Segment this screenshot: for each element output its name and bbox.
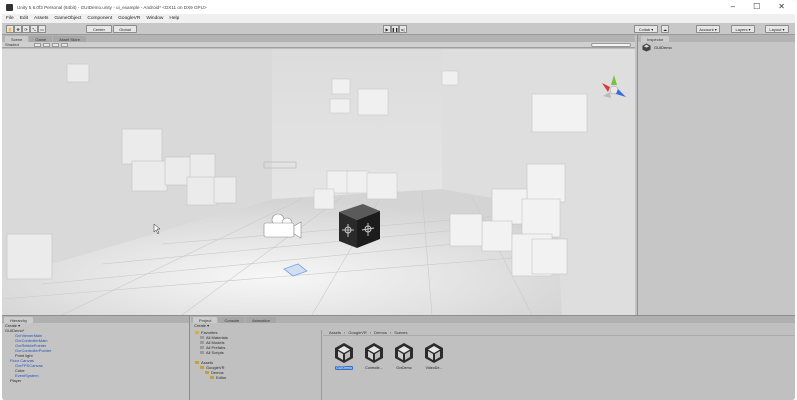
move-tool-icon[interactable]: ✥ [14, 25, 22, 33]
menu-component[interactable]: Component [87, 16, 112, 21]
menu-assets[interactable]: Assets [34, 16, 48, 21]
scene-viewport[interactable] [2, 49, 635, 315]
inspector-object-name: GUIDemo [654, 45, 672, 50]
play-icon[interactable]: ▶ [383, 25, 391, 33]
project-tree-label: All Scripts [206, 350, 224, 355]
asset-label: GUIDemo [335, 366, 353, 370]
asset-label: VideoDe... [425, 366, 443, 370]
project-folder-tree: Favorites All Materials All Models All Pref… [191, 330, 322, 400]
step-icon[interactable]: ▸| [399, 25, 407, 33]
tab-animation[interactable]: Animation [246, 317, 276, 323]
asset-grid: GUIDemo Controlle... GvrDemo VideoDe... [323, 336, 795, 370]
project-create-dropdown[interactable]: Create ▾ [191, 323, 795, 328]
rotate-tool-icon[interactable]: ⟳ [22, 25, 30, 33]
asset-item[interactable]: Controlle... [361, 341, 387, 370]
lighting-toggle[interactable] [43, 43, 50, 47]
search-icon [200, 351, 204, 354]
minimize-button[interactable]: – [731, 2, 735, 11]
scale-tool-icon[interactable]: ⤡ [30, 25, 38, 33]
maximize-button[interactable]: ☐ [753, 2, 760, 11]
search-icon [200, 341, 204, 344]
hierarchy-item[interactable]: Player [2, 378, 189, 383]
main-toolbar: ✋ ✥ ⟳ ⤡ ▭ Center Global ▶ ❚❚ ▸| Collab ▾… [2, 23, 795, 35]
project-tree-label: Editor [216, 375, 227, 380]
menu-edit[interactable]: Edit [20, 16, 28, 21]
menu-help[interactable]: Help [169, 16, 179, 21]
player-cube[interactable] [339, 204, 380, 248]
playback-controls: ▶ ❚❚ ▸| [383, 25, 407, 33]
search-icon [200, 336, 204, 339]
unity-scene-asset-icon [395, 343, 413, 363]
collab-dropdown[interactable]: Collab ▾ [634, 25, 658, 33]
hierarchy-panel: Hierarchy Create ▾ GUIDemo* GvrViewerMain… [2, 316, 190, 400]
unity-editor-window: Unity 5.6.0f3 Personal (64bit) - GUIDemo… [2, 0, 795, 400]
hierarchy-tab-row: Hierarchy [2, 316, 189, 323]
space-toggle[interactable]: Global [113, 25, 137, 33]
search-icon [200, 346, 204, 349]
project-tree-item[interactable]: Editor [191, 375, 321, 380]
project-tab-row: Project Console Animation [191, 316, 795, 323]
2d-toggle[interactable] [34, 43, 41, 47]
scene-render [2, 49, 635, 315]
scene-search-input[interactable] [591, 43, 631, 47]
asset-label: Controlle... [365, 366, 383, 370]
menu-gameobject[interactable]: GameObject [54, 16, 81, 21]
asset-item[interactable]: GUIDemo [331, 341, 357, 370]
layers-dropdown[interactable]: Layers ▾ [731, 25, 755, 33]
audio-toggle[interactable] [52, 43, 59, 47]
hand-tool-icon[interactable]: ✋ [6, 25, 14, 33]
tab-inspector[interactable]: Inspector [641, 36, 670, 42]
close-button[interactable]: ✕ [778, 2, 785, 11]
window-controls: – ☐ ✕ [731, 2, 785, 11]
title-bar: Unity 5.6.0f3 Personal (64bit) - GUIDemo… [2, 0, 795, 14]
asset-item[interactable]: GvrDemo [391, 341, 417, 370]
breadcrumb-scenes[interactable]: Scenes [394, 330, 407, 335]
project-asset-area: Assets › GoogleVR › Demos › Scenes GUIDe… [323, 330, 795, 400]
inspector-tab-row: Inspector [638, 35, 795, 42]
rect-tool-icon[interactable]: ▭ [38, 25, 46, 33]
bottom-area: Hierarchy Create ▾ GUIDemo* GvrViewerMain… [2, 315, 795, 400]
window-title: Unity 5.6.0f3 Personal (64bit) - GUIDemo… [17, 4, 207, 10]
tab-console[interactable]: Console [218, 317, 246, 323]
menu-window[interactable]: Window [146, 16, 163, 21]
unity-scene-asset-icon [425, 343, 443, 363]
folder-icon [205, 371, 209, 374]
breadcrumb-demos[interactable]: Demos [374, 330, 387, 335]
pivot-toggle[interactable]: Center [86, 25, 112, 33]
breadcrumb-assets[interactable]: Assets [329, 330, 341, 335]
pause-icon[interactable]: ❚❚ [391, 25, 399, 33]
unity-scene-asset-icon [335, 343, 353, 363]
star-icon [195, 331, 199, 334]
project-panel: Project Console Animation Create ▾ Favor… [191, 316, 795, 400]
scene-tab-row: Scene Game Asset Store [2, 35, 635, 42]
asset-item[interactable]: VideoDe... [421, 341, 447, 370]
folder-icon [210, 376, 214, 379]
transform-tools: ✋ ✥ ⟳ ⤡ ▭ [6, 25, 46, 33]
scene-toolbar: Shaded [2, 42, 635, 48]
layout-dropdown[interactable]: Layout ▾ [765, 25, 789, 33]
inspector-panel: Inspector GUIDemo [637, 35, 795, 315]
scene-panel: Scene Game Asset Store Shaded [2, 35, 635, 315]
effects-toggle[interactable] [61, 43, 68, 47]
menu-googlevr[interactable]: GoogleVR [118, 16, 140, 21]
cloud-icon[interactable]: ☁ [661, 25, 669, 33]
breadcrumb-googlevr[interactable]: GoogleVR [348, 330, 366, 335]
menu-file[interactable]: File [6, 16, 14, 21]
shading-mode-dropdown[interactable]: Shaded [5, 42, 19, 47]
inspector-header: GUIDemo [638, 42, 795, 53]
unity-app-icon [6, 3, 13, 11]
asset-label: GvrDemo [396, 366, 412, 370]
folder-icon [195, 361, 199, 364]
unity-scene-icon [642, 43, 651, 52]
folder-icon [200, 366, 204, 369]
unity-scene-asset-icon [365, 343, 383, 363]
hierarchy-list: GUIDemo* GvrViewerMain GvrControllerMain Gv… [2, 328, 189, 383]
menu-bar: File Edit Assets GameObject Component Go… [2, 14, 795, 23]
account-dropdown[interactable]: Account ▾ [696, 25, 720, 33]
